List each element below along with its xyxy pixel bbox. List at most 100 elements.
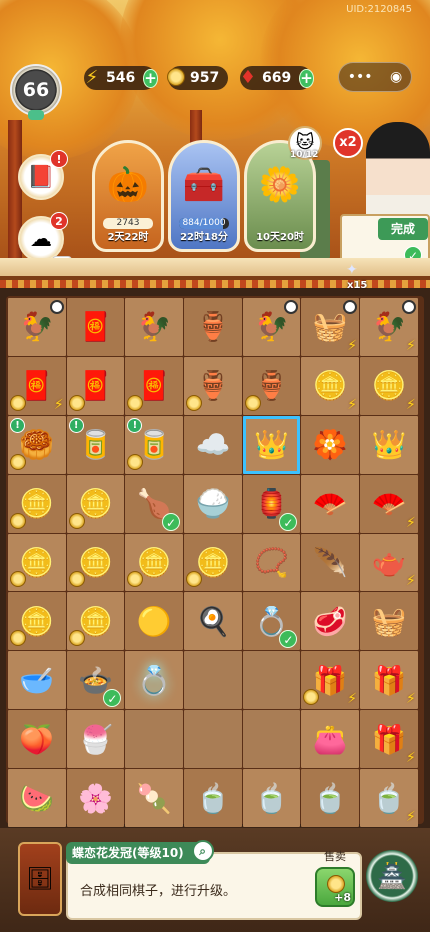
board-cell-chicken-bowl[interactable]: 🍗 ✓ [125, 474, 184, 533]
board-cell-hen-nest[interactable]: 🐓 [8, 298, 66, 356]
board-cell-green-pouch[interactable]: 🏺 [242, 356, 301, 415]
board-cell-coin-bag[interactable]: 🥮! [8, 415, 66, 474]
cloud-charm-icon: ☁️ [195, 428, 231, 462]
board-cell-gift-box[interactable]: 🎁 ⚡ [360, 710, 418, 769]
board-cell-meat-basket[interactable]: 🥩 [301, 592, 360, 651]
board-cell-hair-crown[interactable]: 👑 [242, 415, 301, 474]
board-cell-treasure-chest[interactable]: 🪙 ⚡ [301, 356, 360, 415]
board-cell-dumpling-bowl[interactable]: 🍲 ✓ [66, 651, 125, 710]
board-cell-empty[interactable] [184, 651, 242, 710]
lightning-icon: ⚡ [405, 514, 416, 531]
add-energy-button[interactable]: + [143, 68, 158, 88]
board-cell-green-tin[interactable]: 🥫! [125, 415, 184, 474]
board-cell-lantern[interactable]: 🏮 ✓ [242, 474, 301, 533]
board-cell-coin-pile[interactable]: 🪙 [8, 592, 66, 651]
uid-label: UID:2120845 [346, 4, 412, 15]
bead-bracelet-icon: 📿 [254, 546, 290, 579]
board-cell-gold-pouch[interactable]: 🏺 [184, 356, 242, 415]
coin-counter[interactable]: 957 [167, 66, 228, 90]
board-cell-bead-bracelet[interactable]: 📿 [242, 533, 301, 592]
board-cell-gift-basket[interactable]: 🧺 [360, 592, 418, 651]
magnify-icon[interactable]: ⌕ [191, 840, 214, 862]
board-cell-coin-pile[interactable]: 🪙 [8, 474, 66, 533]
coin-icon [244, 394, 261, 411]
coin-bag-icon: 🥮 [19, 428, 55, 462]
board-cell-fruit-platter[interactable]: 🍉 [8, 769, 66, 828]
board-cell-flower-cakes[interactable]: 🌸 [66, 769, 125, 828]
check-icon: ✓ [103, 689, 122, 708]
complete-button[interactable]: 完成 [378, 218, 428, 240]
board-cell-gold-ring[interactable]: 💍 [125, 651, 184, 710]
board-cell-red-pouch[interactable]: 🧧 ⚡ [8, 356, 66, 415]
multiplier-badge[interactable]: x2 [333, 128, 363, 158]
board-cell-empty[interactable] [242, 651, 301, 710]
board-cell-gift-box[interactable]: 🎁 ⚡ [360, 651, 418, 710]
board-cell-gold-crown[interactable]: 👑 [360, 415, 418, 474]
add-gems-button[interactable]: + [299, 68, 314, 88]
board-cell-tea-set[interactable]: 🍵 ⚡ [360, 769, 418, 828]
book-button[interactable]: 📕 ! [18, 150, 68, 200]
treasure-chest-icon: 🪙 [371, 369, 407, 403]
board-cell-tea-cup[interactable]: 🍵 [184, 769, 242, 828]
board-cell-cloud-charm[interactable]: ☁️ [184, 415, 242, 474]
board-cell-hen-nest[interactable]: 🐓 [242, 298, 301, 356]
board-cell-empty[interactable] [242, 710, 301, 769]
board-cell-fan[interactable]: 🪭 ⚡ [360, 474, 418, 533]
board-cell-treasure-chest[interactable]: 🪙 ⚡ [360, 356, 418, 415]
energy-counter[interactable]: ⚡ 546 + [84, 66, 158, 90]
board-cell-red-pouch[interactable]: 🧧 [125, 356, 184, 415]
board-cell-dessert-bowl[interactable]: 🍧 [66, 710, 125, 769]
board-cell-red-pouch[interactable]: 🧧 [66, 356, 125, 415]
board-cell-red-tin[interactable]: 🥫! [66, 415, 125, 474]
board-cell-silk-purse[interactable]: 👛 [301, 710, 360, 769]
coin-pile-icon: 🪙 [136, 546, 172, 579]
board-cell-gift-box[interactable]: 🎁 ⚡ [301, 651, 360, 710]
board-cell-coin-pile[interactable]: 🪙 [66, 474, 125, 533]
board-cell-coin-pile[interactable]: 🪙 [66, 533, 125, 592]
board-cell-tea-cup-green[interactable]: 🍵 [242, 769, 301, 828]
board-cell-basket[interactable]: 🧺 ⚡ [301, 298, 360, 356]
board-cell-pink-cake[interactable]: 🍡 [125, 769, 184, 828]
board-cell-coin-pile[interactable]: 🪙 [125, 533, 184, 592]
board-cell-soup-bowl[interactable]: 🥣 [8, 651, 66, 710]
board-cell-fan[interactable]: 🪭 [301, 474, 360, 533]
green-tin-icon: 🥫 [136, 428, 172, 462]
board-cell-empty[interactable] [125, 710, 184, 769]
board-cell-fried-egg[interactable]: 🍳 [184, 592, 242, 651]
close-icon[interactable]: ◉ [390, 69, 402, 85]
board-cell-coin-pile[interactable]: 🪙 [184, 533, 242, 592]
chest-icon: 🧰 [182, 165, 226, 205]
board-cell-coin-pile[interactable]: 🪙 [66, 592, 125, 651]
pavilion-icon[interactable]: 🏯 [366, 850, 418, 902]
more-icon[interactable]: ••• [348, 69, 373, 85]
silk-purse-icon: 👛 [312, 722, 348, 756]
hen-nest-icon: 🐓 [136, 310, 172, 344]
order-card-chest[interactable]: 🧰 884/1000 22时18分 [168, 140, 240, 252]
board-cell-rice-bowl[interactable]: 🍚 [184, 474, 242, 533]
coin-icon [10, 394, 26, 411]
gem-counter[interactable]: ♦ 669 + [240, 66, 314, 90]
board-cell-tea-bowl[interactable]: 🍵 [301, 769, 360, 828]
board-cell-peach-bun[interactable]: 🍑 [8, 710, 66, 769]
lightning-icon: ⚡ [347, 396, 358, 413]
order-card-pumpkin[interactable]: 🎃 2743 2天22时 [92, 140, 164, 252]
storage-cabinet-icon[interactable]: 🗄 [18, 842, 62, 916]
soup-bowl-icon: 🥣 [19, 663, 55, 697]
board-cell-jade-ring[interactable]: 💍 ✓ [242, 592, 301, 651]
board-cell-coin-pile[interactable]: 🪙 [8, 533, 66, 592]
coin-icon [10, 630, 26, 647]
coin-icon [68, 394, 85, 411]
board-cell-square-coin[interactable]: 🟡 [125, 592, 184, 651]
board-cell-feather[interactable]: 🪶 [301, 533, 360, 592]
board-cell-red-pouch[interactable]: 🧧 [66, 298, 125, 356]
board-cell-jade-flower[interactable]: 🏵️ [301, 415, 360, 474]
board-cell-teapot[interactable]: 🫖 ⚡ [360, 533, 418, 592]
board-cell-hen-nest[interactable]: 🐓 [125, 298, 184, 356]
board-cell-hen-nest[interactable]: 🐓 ⚡ [360, 298, 418, 356]
coin-pile-icon: 🪙 [19, 487, 55, 521]
sell-button[interactable]: +8 [315, 867, 355, 907]
player-level-badge[interactable]: 66 [10, 64, 62, 116]
mini-program-capsule: ••• ◉ [338, 62, 412, 92]
board-cell-empty[interactable] [184, 710, 242, 769]
board-cell-blue-pouch[interactable]: 🏺 [184, 298, 242, 356]
